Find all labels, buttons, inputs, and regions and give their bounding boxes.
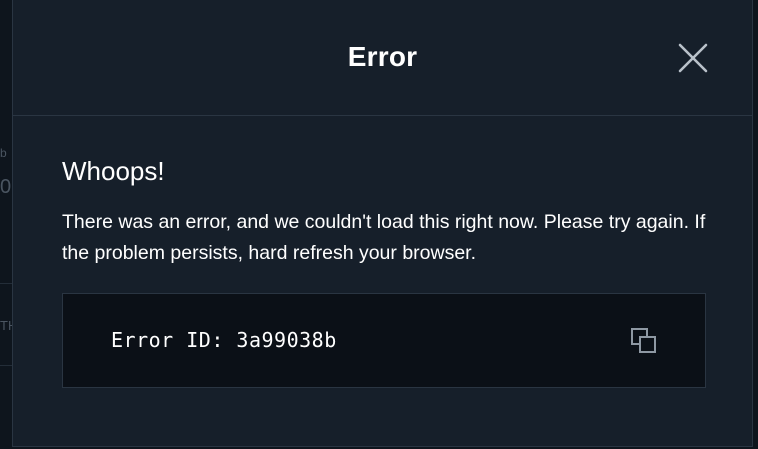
background-divider	[0, 283, 12, 284]
close-button[interactable]	[677, 42, 709, 74]
modal-title: Error	[347, 41, 418, 72]
error-message: There was an error, and we couldn't load…	[62, 211, 706, 264]
background-text-fragment: 0	[0, 176, 12, 198]
error-id-text: Error ID: 3a99038b	[111, 328, 337, 352]
close-icon	[678, 43, 708, 73]
modal-header: Error	[13, 0, 752, 116]
background-text-fragment: b	[0, 146, 7, 160]
error-id-box: Error ID: 3a99038b	[62, 293, 706, 388]
copy-icon	[631, 328, 656, 353]
error-heading: Whoops!	[62, 156, 165, 186]
background-divider	[0, 365, 12, 366]
copy-error-id-button[interactable]	[630, 327, 658, 355]
error-modal: Error Whoops! There was an error, and we…	[12, 0, 753, 447]
